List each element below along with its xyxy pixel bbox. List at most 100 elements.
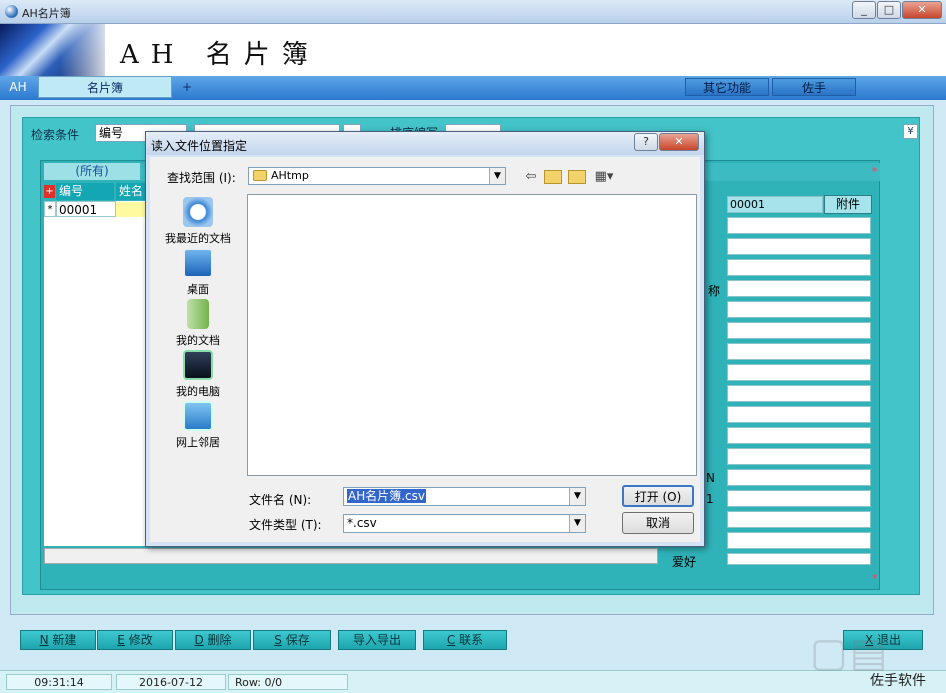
table-row-id[interactable]: 00001 xyxy=(56,201,116,217)
maximize-button[interactable]: □ xyxy=(877,1,901,19)
tab-other-functions[interactable]: 其它功能 xyxy=(685,78,769,96)
contact-button[interactable]: C 联系 xyxy=(423,630,507,650)
recent-docs-icon xyxy=(183,197,213,227)
filetype-select[interactable]: *.csv ▼ xyxy=(343,514,586,533)
detail-field-17[interactable] xyxy=(727,553,871,565)
app-title: AH 名片簿 xyxy=(120,34,320,71)
contact-label: 联系 xyxy=(459,633,483,647)
detail-id-field[interactable]: 00001 xyxy=(727,196,823,213)
watermark-text: 佐手软件 xyxy=(870,670,926,690)
place-network[interactable]: 网上邻居 xyxy=(155,401,241,450)
open-button[interactable]: 打开 (O) xyxy=(622,485,694,507)
filename-value: AH名片簿.csv xyxy=(347,489,426,503)
search-label: 检索条件 xyxy=(31,126,79,143)
banner-fade xyxy=(60,24,115,76)
close-button[interactable]: ✕ xyxy=(902,1,942,19)
detail-field-12[interactable] xyxy=(727,448,871,465)
detail-label-name: 称 xyxy=(708,282,720,299)
tab-ah[interactable]: AH xyxy=(2,76,34,98)
row-marker: * xyxy=(44,201,56,217)
up-folder-icon[interactable] xyxy=(544,170,562,184)
detail-field-15[interactable] xyxy=(727,511,871,528)
folder-icon xyxy=(253,170,267,181)
add-row-icon[interactable]: + xyxy=(44,185,55,198)
place-my-computer[interactable]: 我的电脑 xyxy=(155,350,241,399)
tab-assistant[interactable]: 佐手 xyxy=(772,78,856,96)
cancel-button[interactable]: 取消 xyxy=(622,512,694,534)
filetype-label: 文件类型 (T): xyxy=(249,516,322,533)
detail-field-7[interactable] xyxy=(727,343,871,360)
horizontal-scrollbar[interactable] xyxy=(44,548,658,564)
dialog-close-button[interactable]: ✕ xyxy=(659,133,699,151)
window-titlebar: AH名片簿 xyxy=(0,0,946,24)
new-button[interactable]: N 新建 xyxy=(20,630,96,650)
network-icon xyxy=(183,401,213,431)
place-my-documents-label: 我的文档 xyxy=(176,334,220,347)
detail-label-1: 1 xyxy=(706,492,714,506)
status-date: 2016-07-12 xyxy=(116,674,226,690)
detail-field-3[interactable] xyxy=(727,259,871,276)
group-all-tab[interactable]: (所有) xyxy=(44,163,140,180)
my-computer-icon xyxy=(183,350,213,380)
tab-card-book[interactable]: 名片簿 xyxy=(38,76,172,98)
save-label: 保存 xyxy=(286,633,310,647)
status-time: 09:31:14 xyxy=(6,674,112,690)
col-name-header[interactable]: 姓名 xyxy=(116,183,146,200)
place-recent[interactable]: 我最近的文档 xyxy=(155,197,241,246)
back-icon[interactable]: ⇦ xyxy=(522,169,540,185)
detail-field-8[interactable] xyxy=(727,364,871,381)
panel-footer-icon: * xyxy=(872,572,878,585)
attachment-button[interactable]: 附件 xyxy=(824,195,872,214)
detail-field-5[interactable] xyxy=(727,301,871,318)
new-label: 新建 xyxy=(52,633,76,647)
edit-label: 修改 xyxy=(129,633,153,647)
place-my-documents[interactable]: 我的文档 xyxy=(155,299,241,348)
detail-field-9[interactable] xyxy=(727,385,871,402)
delete-button[interactable]: D 删除 xyxy=(175,630,251,650)
detail-label-n: N xyxy=(706,471,715,485)
dialog-titlebar: 读入文件位置指定 xyxy=(146,132,704,155)
place-desktop-label: 桌面 xyxy=(187,283,209,296)
detail-field-14[interactable] xyxy=(727,490,871,507)
edit-button[interactable]: E 修改 xyxy=(97,630,173,650)
detail-field-13[interactable] xyxy=(727,469,871,486)
search-field-value: 编号 xyxy=(99,126,123,140)
chevron-down-icon[interactable]: ▼ xyxy=(489,168,505,184)
import-export-button[interactable]: 导入导出 xyxy=(338,630,416,650)
view-menu-icon[interactable]: ▦▾ xyxy=(591,169,617,185)
detail-field-4[interactable] xyxy=(727,280,871,297)
detail-field-2[interactable] xyxy=(727,238,871,255)
save-button[interactable]: S 保存 xyxy=(253,630,331,650)
import-export-label: 导入导出 xyxy=(353,633,401,647)
file-list[interactable] xyxy=(247,194,697,476)
my-documents-icon xyxy=(187,299,209,329)
col-id-header[interactable]: 编号 xyxy=(56,183,114,200)
lookin-value: AHtmp xyxy=(271,169,309,182)
detail-field-16[interactable] xyxy=(727,532,871,549)
places-bar: 我最近的文档 桌面 我的文档 我的电脑 网上邻居 xyxy=(155,191,241,453)
filename-input[interactable]: AH名片簿.csv ▼ xyxy=(343,487,586,506)
detail-field-6[interactable] xyxy=(727,322,871,339)
minimize-button[interactable]: _ xyxy=(852,1,876,19)
delete-hotkey: D xyxy=(194,633,203,647)
edit-hotkey: E xyxy=(117,633,125,647)
filetype-dropdown-icon[interactable]: ▼ xyxy=(569,515,585,532)
contact-hotkey: C xyxy=(447,633,455,647)
detail-pin-icon[interactable]: * xyxy=(872,165,878,178)
detail-field-10[interactable] xyxy=(727,406,871,423)
filetype-value: *.csv xyxy=(347,516,377,530)
place-desktop[interactable]: 桌面 xyxy=(155,248,241,297)
dialog-help-button[interactable]: ? xyxy=(634,133,658,151)
detail-field-1[interactable] xyxy=(727,217,871,234)
lookin-select[interactable]: AHtmp ▼ xyxy=(248,167,506,185)
table-row-name[interactable] xyxy=(116,202,146,217)
filename-dropdown-icon[interactable]: ▼ xyxy=(569,488,585,505)
new-hotkey: N xyxy=(40,633,49,647)
tab-add[interactable]: + xyxy=(176,76,198,98)
place-my-computer-label: 我的电脑 xyxy=(176,385,220,398)
collapse-icon[interactable]: ¥ xyxy=(903,124,918,139)
new-folder-icon[interactable] xyxy=(568,170,586,184)
filename-label: 文件名 (N): xyxy=(249,491,311,508)
detail-field-11[interactable] xyxy=(727,427,871,444)
detail-label-hobby: 爱好 xyxy=(672,553,696,570)
